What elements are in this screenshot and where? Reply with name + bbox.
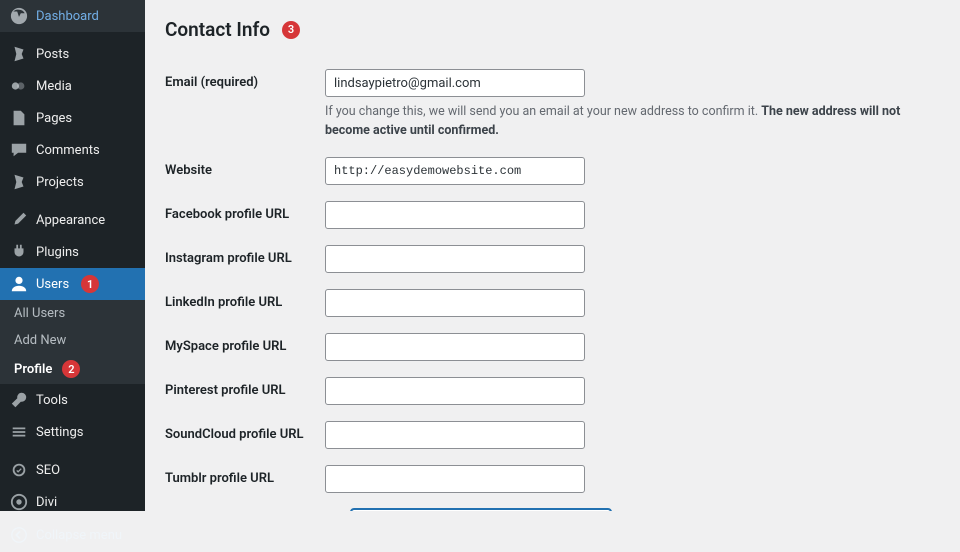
facebook-field[interactable] [325,201,585,229]
sidebar-item-dashboard[interactable]: Dashboard [0,0,145,32]
website-label: Website [165,163,212,178]
sliders-icon [10,423,28,441]
sidebar-item-settings[interactable]: Settings [0,416,145,448]
callout-badge: 3 [282,21,300,39]
email-description: If you change this, we will send you an … [325,103,936,141]
soundcloud-label: SoundCloud profile URL [165,427,304,442]
sidebar-label: Profile [14,362,52,377]
plug-icon [10,243,28,261]
sidebar-item-plugins[interactable]: Plugins [0,236,145,268]
sidebar-label: Settings [36,425,83,440]
wrench-icon [10,391,28,409]
sidebar-item-appearance[interactable]: Appearance [0,204,145,236]
user-icon [10,275,28,293]
page-title-text: Contact Info [165,18,270,41]
tumblr-label: Tumblr profile URL [165,471,274,486]
seo-icon [10,461,28,479]
facebook-label: Facebook profile URL [165,207,289,222]
profile-form: Email (required) If you change this, we … [165,61,936,511]
callout-badge: 2 [62,360,80,378]
sidebar-item-comments[interactable]: Comments [0,134,145,166]
sidebar-label: SEO [36,463,60,478]
linkedin-field[interactable] [325,289,585,317]
sidebar-item-tools[interactable]: Tools [0,384,145,416]
sidebar-label: Plugins [36,245,79,260]
sidebar-label: Users [36,277,69,292]
sidebar-submenu-users: All Users Add New Profile 2 [0,300,145,384]
sidebar-label: Projects [36,175,84,190]
collapse-menu-button[interactable]: Collapse menu [0,518,145,552]
media-icon [10,77,28,95]
sidebar-item-posts[interactable]: Posts [0,38,145,70]
sidebar-label: Media [36,79,72,94]
admin-sidebar: Dashboard Posts Media Pages Comments Pro… [0,0,145,511]
email-label: Email (required) [165,75,258,90]
sidebar-label: Tools [36,393,68,408]
sidebar-item-projects[interactable]: Projects [0,166,145,198]
sidebar-label: Divi [36,495,57,510]
tumblr-field[interactable] [325,465,585,493]
sidebar-label: Pages [36,111,72,126]
email-field[interactable] [325,69,585,97]
pin-icon [10,45,28,63]
linkedin-label: LinkedIn profile URL [165,295,282,310]
brush-icon [10,211,28,229]
soundcloud-field[interactable] [325,421,585,449]
sidebar-item-users[interactable]: Users 1 [0,268,145,300]
sidebar-label: Comments [36,143,100,158]
email-desc-text: If you change this, we will send you an … [325,104,761,119]
comment-icon [10,141,28,159]
sidebar-label: Add New [14,333,66,348]
page-icon [10,109,28,127]
myspace-label: MySpace profile URL [165,339,286,354]
callout-badge: 1 [81,275,99,293]
divi-icon [10,493,28,511]
dashboard-icon [10,7,28,25]
sidebar-item-seo[interactable]: SEO [0,454,145,486]
pinterest-field[interactable] [325,377,585,405]
sidebar-item-pages[interactable]: Pages [0,102,145,134]
sidebar-subitem-profile[interactable]: Profile 2 [0,354,145,384]
pinterest-label: Pinterest profile URL [165,383,286,398]
instagram-field[interactable] [325,245,585,273]
content-area: Contact Info 3 Email (required) If you c… [145,0,960,511]
sidebar-label: Collapse menu [36,528,122,543]
pin-icon [10,173,28,191]
sidebar-label: Dashboard [36,9,99,24]
sidebar-label: Posts [36,47,69,62]
sidebar-item-media[interactable]: Media [0,70,145,102]
sidebar-label: All Users [14,306,65,321]
sidebar-label: Appearance [36,213,105,228]
sidebar-subitem-all-users[interactable]: All Users [0,300,145,327]
website-field[interactable] [325,157,585,185]
instagram-label: Instagram profile URL [165,251,292,266]
sidebar-subitem-add-new[interactable]: Add New [0,327,145,354]
sidebar-item-divi[interactable]: Divi [0,486,145,518]
collapse-icon [10,526,28,544]
myspace-field[interactable] [325,333,585,361]
page-title: Contact Info 3 [165,18,936,41]
